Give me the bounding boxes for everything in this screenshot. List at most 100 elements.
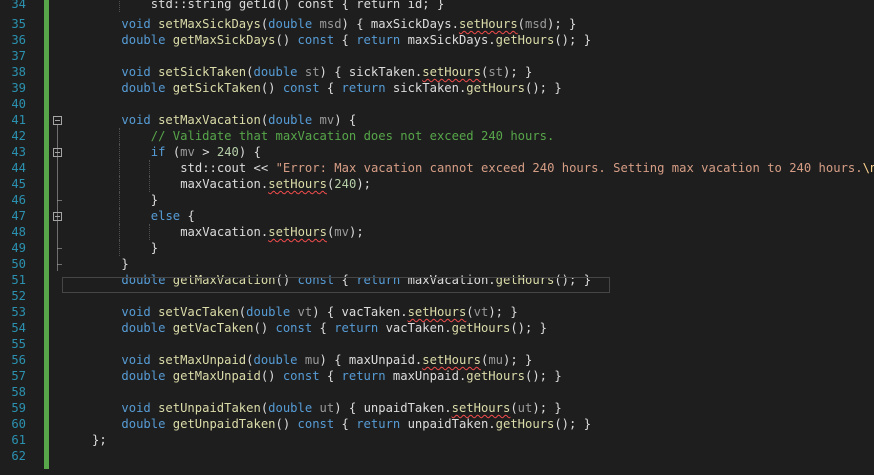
line-number: 52 — [11, 289, 26, 303]
line-number: 57 — [11, 369, 26, 383]
indent-guide — [148, 224, 150, 240]
code-line[interactable]: // Validate that maxVacation does not ex… — [151, 128, 555, 144]
code-token: getMaxUnpaid — [172, 369, 261, 383]
code-line[interactable]: void setVacTaken(double vt) { vacTaken.s… — [121, 304, 517, 320]
code-line[interactable]: } — [151, 192, 158, 208]
code-token: double — [121, 81, 173, 95]
code-line[interactable]: }; — [92, 432, 107, 448]
code-token: () — [260, 369, 283, 383]
code-token: ); } — [503, 353, 533, 367]
code-line[interactable]: } — [121, 256, 128, 272]
indent-guide — [148, 160, 150, 176]
code-token: \n — [862, 161, 874, 175]
code-token: getMaxSickDays — [172, 33, 276, 47]
code-token: double — [246, 305, 298, 319]
line-number: 37 — [11, 49, 26, 63]
code-token: 240 — [216, 145, 239, 159]
code-token: setUnpaidTaken — [158, 401, 261, 415]
indent-guide — [148, 176, 150, 192]
code-line[interactable]: else { — [151, 208, 195, 224]
code-token: getHours — [495, 417, 555, 431]
indent-guide — [119, 0, 121, 12]
code-line[interactable]: void setMaxUnpaid(double mu) { maxUnpaid… — [121, 352, 532, 368]
line-number: 35 — [11, 17, 26, 31]
code-token: getHours — [466, 81, 525, 95]
code-token: { — [180, 209, 195, 223]
code-token: ( — [466, 305, 474, 319]
code-token: () — [275, 33, 298, 47]
code-token: (); } — [525, 369, 562, 383]
code-token: return — [341, 81, 386, 95]
line-number: 38 — [11, 65, 26, 79]
code-line[interactable]: } — [151, 240, 158, 256]
code-line[interactable]: void setUnpaidTaken(double ut) { unpaidT… — [121, 400, 561, 416]
code-token: > — [194, 145, 217, 159]
code-token: double — [121, 33, 173, 47]
code-token: ut — [319, 401, 335, 415]
line-number: 56 — [11, 353, 26, 367]
code-line[interactable]: std::string getId() const { return id; } — [151, 0, 445, 12]
code-token: getHours — [451, 321, 511, 335]
line-number-gutter[interactable]: 34 35 36 37 38 39 40 41 42 43 44 45 46 47 48 49 50 51 52 53… — [0, 0, 44, 475]
line-number: 60 — [11, 417, 26, 431]
code-token: mv — [334, 225, 349, 239]
code-token: ( — [165, 145, 181, 159]
outline-end-marker — [57, 200, 62, 201]
code-token: std::string getId() const { return id; } — [150, 0, 445, 11]
code-token: double — [121, 321, 173, 335]
code-line[interactable]: if (mv > 240) { — [151, 144, 261, 160]
code-token: vacTaken. — [378, 321, 452, 335]
code-token: double — [121, 369, 173, 383]
code-token: double — [268, 17, 320, 31]
outline-end-marker — [57, 248, 62, 249]
code-token: const — [282, 81, 320, 95]
code-line[interactable]: double getUnpaidTaken() const { return u… — [121, 416, 591, 432]
code-line[interactable]: double getMaxSickDays() const { return m… — [121, 32, 591, 48]
code-token: (); } — [525, 81, 562, 95]
code-token: ); — [348, 225, 364, 239]
code-token: getVacTaken — [172, 321, 254, 335]
indent-guide — [119, 160, 121, 176]
code-token: else — [150, 209, 181, 223]
code-line[interactable]: void setSickTaken(double st) { sickTaken… — [121, 64, 532, 80]
code-editor[interactable]: 34 35 36 37 38 39 40 41 42 43 44 45 46 47 48 49 50 51 52 53… — [0, 0, 874, 475]
line-number: 61 — [11, 433, 26, 447]
code-token: vt — [297, 305, 313, 319]
code-token: { — [334, 33, 357, 47]
code-token: const — [282, 369, 320, 383]
code-token: maxUnpaid. — [385, 369, 467, 383]
line-number: 62 — [11, 449, 26, 463]
collapse-toggle-icon[interactable] — [53, 116, 62, 125]
code-token: ); } — [488, 305, 518, 319]
code-token: double — [253, 65, 305, 79]
code-text-area[interactable]: std::string getId() const { return id; }… — [64, 0, 874, 475]
code-line[interactable]: maxVacation.setHours(mv); — [180, 224, 363, 240]
line-number: 53 — [11, 305, 26, 319]
code-line[interactable]: void setMaxVacation(double mv) { — [121, 112, 356, 128]
code-token: return — [356, 417, 401, 431]
code-token: setHours — [268, 177, 327, 191]
code-token: } — [121, 257, 129, 271]
code-token: setHours — [268, 225, 327, 239]
code-token: () — [253, 321, 276, 335]
code-token: return — [341, 369, 386, 383]
code-line[interactable]: maxVacation.setHours(240); — [180, 176, 371, 192]
code-line[interactable]: double getMaxUnpaid() const { return max… — [121, 368, 561, 384]
code-token: { — [334, 417, 357, 431]
code-line[interactable]: double getVacTaken() const { return vacT… — [121, 320, 547, 336]
code-token: 240 — [334, 177, 357, 191]
current-line-highlight — [62, 277, 610, 293]
code-token: setMaxUnpaid — [158, 353, 247, 367]
code-token: ); } — [547, 17, 577, 31]
code-line[interactable]: std::cout << "Error: Max vacation cannot… — [180, 160, 874, 176]
code-line[interactable]: double getSickTaken() const { return sic… — [121, 80, 561, 96]
code-token: ) { — [334, 113, 357, 127]
code-token: double — [268, 401, 320, 415]
line-number: 43 — [11, 145, 26, 159]
code-line[interactable]: void setMaxSickDays(double msd) { maxSic… — [121, 16, 576, 32]
code-token: } — [150, 241, 159, 255]
code-token: ); } — [503, 65, 533, 79]
line-number: 47 — [11, 209, 26, 223]
code-token: ) { unpaidTaken. — [334, 401, 452, 415]
outline-end-marker — [57, 264, 62, 265]
